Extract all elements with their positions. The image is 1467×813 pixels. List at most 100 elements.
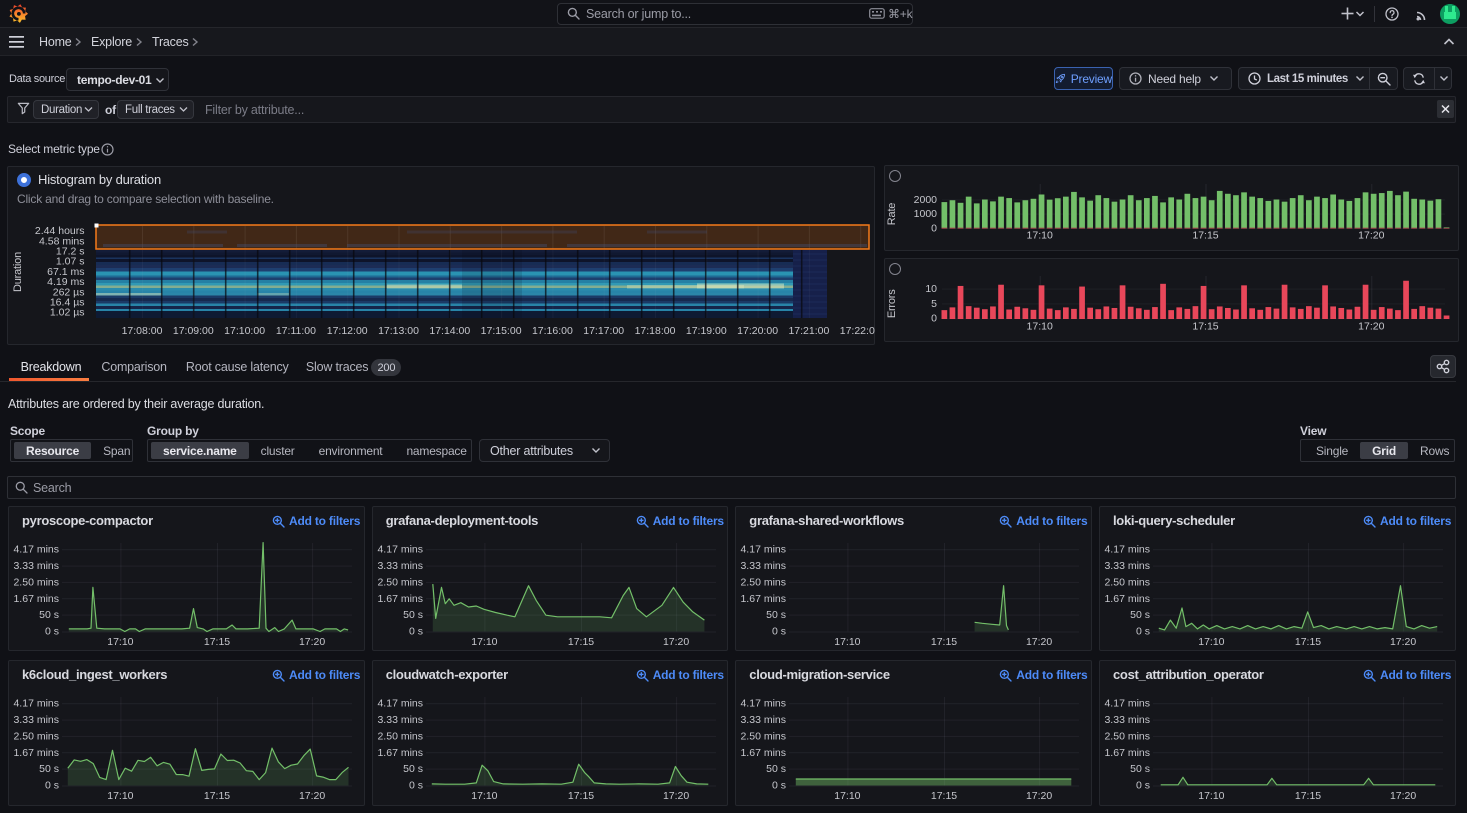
svg-text:17:21:00: 17:21:00 — [788, 325, 829, 337]
svg-text:0: 0 — [931, 222, 937, 234]
svg-text:17:14:00: 17:14:00 — [429, 325, 470, 337]
svg-text:2.50 mins: 2.50 mins — [13, 730, 59, 742]
svg-text:17:15: 17:15 — [1192, 230, 1218, 242]
svg-text:17:10: 17:10 — [471, 636, 497, 648]
svg-text:0: 0 — [931, 313, 937, 325]
svg-text:17:16:00: 17:16:00 — [532, 325, 573, 337]
svg-text:4.17 mins: 4.17 mins — [377, 544, 423, 556]
svg-text:50 s: 50 s — [39, 763, 59, 775]
svg-text:17:22:00: 17:22:00 — [840, 325, 875, 337]
svg-text:3.33 mins: 3.33 mins — [741, 560, 787, 572]
svg-text:1.67 mins: 1.67 mins — [13, 747, 59, 759]
svg-text:0 s: 0 s — [45, 779, 59, 791]
svg-text:17:15: 17:15 — [1192, 321, 1218, 333]
svg-text:0 s: 0 s — [772, 625, 786, 637]
svg-text:0 s: 0 s — [1136, 625, 1150, 637]
svg-text:17:20: 17:20 — [299, 636, 325, 648]
svg-text:1.67 mins: 1.67 mins — [13, 593, 59, 605]
svg-text:17:15: 17:15 — [204, 636, 230, 648]
svg-text:1.67 mins: 1.67 mins — [377, 747, 423, 759]
svg-text:17:15: 17:15 — [931, 636, 957, 648]
svg-text:50 s: 50 s — [403, 763, 423, 775]
svg-text:17:15: 17:15 — [204, 790, 230, 802]
svg-text:4.17 mins: 4.17 mins — [1104, 544, 1150, 556]
svg-text:17:20: 17:20 — [1026, 636, 1052, 648]
svg-text:1.67 mins: 1.67 mins — [377, 593, 423, 605]
svg-text:4.17 mins: 4.17 mins — [13, 544, 59, 556]
svg-text:3.33 mins: 3.33 mins — [13, 714, 59, 726]
svg-text:3.33 mins: 3.33 mins — [1104, 714, 1150, 726]
svg-text:17:10: 17:10 — [1027, 230, 1053, 242]
svg-text:17:20: 17:20 — [663, 636, 689, 648]
svg-text:17:20: 17:20 — [299, 790, 325, 802]
svg-text:17:10: 17:10 — [1027, 321, 1053, 333]
svg-text:17:10:00: 17:10:00 — [224, 325, 265, 337]
svg-text:17:15: 17:15 — [568, 790, 594, 802]
svg-text:17:20: 17:20 — [1358, 321, 1384, 333]
svg-text:17:10: 17:10 — [107, 790, 133, 802]
svg-text:17:10: 17:10 — [1198, 636, 1224, 648]
svg-text:Errors: Errors — [886, 289, 898, 318]
svg-text:50 s: 50 s — [1130, 763, 1150, 775]
svg-text:17:19:00: 17:19:00 — [686, 325, 727, 337]
svg-text:1.67 mins: 1.67 mins — [741, 593, 787, 605]
svg-text:17:12:00: 17:12:00 — [327, 325, 368, 337]
svg-text:17:20:00: 17:20:00 — [737, 325, 778, 337]
svg-text:2000: 2000 — [914, 194, 938, 206]
svg-text:17:17:00: 17:17:00 — [583, 325, 624, 337]
svg-text:17:15: 17:15 — [931, 790, 957, 802]
svg-text:3.33 mins: 3.33 mins — [377, 714, 423, 726]
svg-text:10: 10 — [925, 283, 937, 295]
svg-text:2.50 mins: 2.50 mins — [13, 576, 59, 588]
svg-text:2.50 mins: 2.50 mins — [377, 576, 423, 588]
svg-text:2.50 mins: 2.50 mins — [1104, 576, 1150, 588]
svg-text:4.17 mins: 4.17 mins — [13, 698, 59, 710]
svg-text:1.67 mins: 1.67 mins — [741, 747, 787, 759]
svg-text:2.50 mins: 2.50 mins — [741, 730, 787, 742]
svg-text:3.33 mins: 3.33 mins — [741, 714, 787, 726]
svg-text:0 s: 0 s — [45, 625, 59, 637]
svg-text:4.17 mins: 4.17 mins — [377, 698, 423, 710]
svg-text:0 s: 0 s — [772, 779, 786, 791]
svg-text:17:20: 17:20 — [1390, 790, 1416, 802]
svg-text:17:20: 17:20 — [1026, 790, 1052, 802]
svg-text:50 s: 50 s — [39, 609, 59, 621]
svg-text:2.50 mins: 2.50 mins — [741, 576, 787, 588]
svg-text:2.50 mins: 2.50 mins — [377, 730, 423, 742]
svg-text:17:20: 17:20 — [663, 790, 689, 802]
svg-text:3.33 mins: 3.33 mins — [377, 560, 423, 572]
svg-text:1.02 µs: 1.02 µs — [50, 307, 85, 319]
svg-text:4.17 mins: 4.17 mins — [741, 698, 787, 710]
svg-text:1.67 mins: 1.67 mins — [1104, 593, 1150, 605]
svg-text:17:15: 17:15 — [568, 636, 594, 648]
svg-text:17:15: 17:15 — [1295, 636, 1321, 648]
svg-text:17:10: 17:10 — [835, 790, 861, 802]
svg-text:17:09:00: 17:09:00 — [173, 325, 214, 337]
svg-text:17:18:00: 17:18:00 — [635, 325, 676, 337]
svg-text:17:08:00: 17:08:00 — [122, 325, 163, 337]
svg-text:17:11:00: 17:11:00 — [276, 325, 316, 337]
svg-text:17:10: 17:10 — [107, 636, 133, 648]
svg-text:0 s: 0 s — [1136, 779, 1150, 791]
svg-text:2.50 mins: 2.50 mins — [1104, 730, 1150, 742]
svg-text:5: 5 — [931, 298, 937, 310]
svg-text:0 s: 0 s — [409, 779, 423, 791]
svg-text:1.67 mins: 1.67 mins — [1104, 747, 1150, 759]
svg-text:50 s: 50 s — [766, 763, 786, 775]
svg-text:Duration: Duration — [12, 252, 24, 292]
svg-text:4.17 mins: 4.17 mins — [741, 544, 787, 556]
svg-text:0 s: 0 s — [409, 625, 423, 637]
svg-text:17:15:00: 17:15:00 — [481, 325, 522, 337]
svg-text:3.33 mins: 3.33 mins — [13, 560, 59, 572]
svg-text:Rate: Rate — [886, 203, 898, 226]
svg-text:17:20: 17:20 — [1390, 636, 1416, 648]
svg-text:17:10: 17:10 — [1198, 790, 1224, 802]
svg-text:17:10: 17:10 — [471, 790, 497, 802]
svg-text:50 s: 50 s — [403, 609, 423, 621]
svg-text:4.17 mins: 4.17 mins — [1104, 698, 1150, 710]
svg-text:17:15: 17:15 — [1295, 790, 1321, 802]
svg-text:3.33 mins: 3.33 mins — [1104, 560, 1150, 572]
svg-text:50 s: 50 s — [766, 609, 786, 621]
svg-text:17:13:00: 17:13:00 — [378, 325, 419, 337]
svg-text:1000: 1000 — [914, 208, 938, 220]
